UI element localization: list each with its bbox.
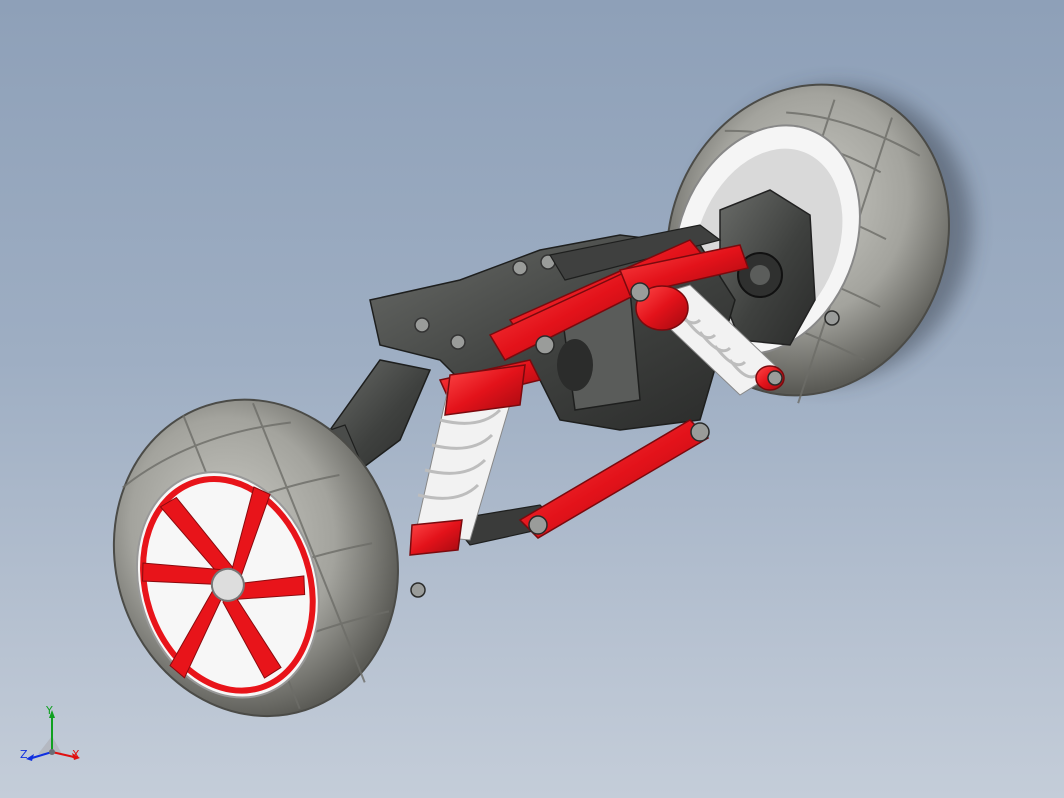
suspension-model[interactable] [0, 0, 1064, 798]
3d-viewport[interactable]: Y Z X [0, 0, 1064, 798]
axis-triad-icon [26, 710, 80, 761]
triad-y-label: Y [46, 704, 53, 717]
triad-z-label: Z [20, 748, 28, 761]
triad-x-label: X [72, 748, 80, 761]
orientation-triad[interactable]: Y Z X [18, 702, 88, 772]
